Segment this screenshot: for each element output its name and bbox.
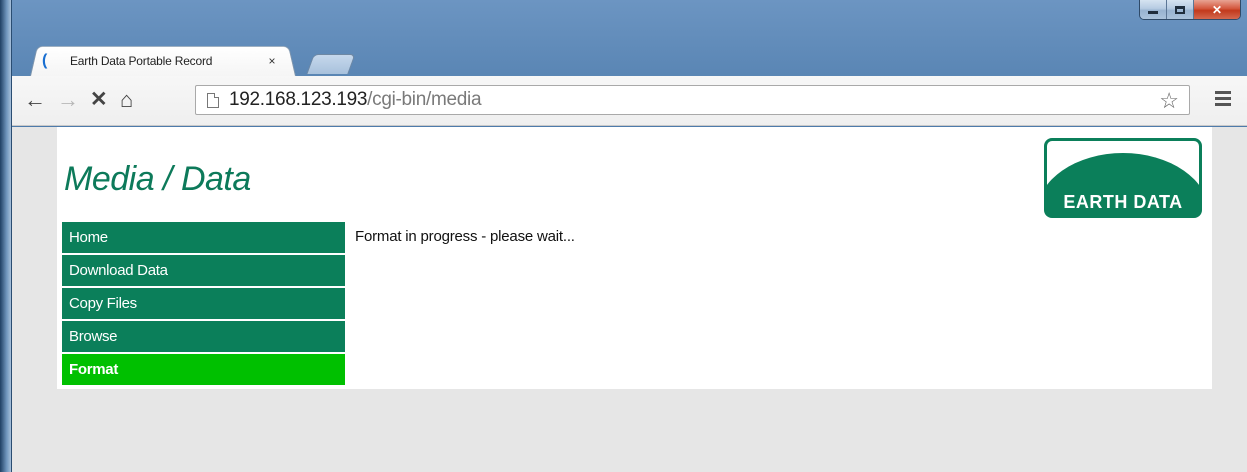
desktop-edge bbox=[0, 0, 11, 472]
url-text: 192.168.123.193/cgi-bin/media bbox=[229, 89, 482, 111]
logo-text: EARTH DATA bbox=[1063, 192, 1183, 212]
earth-data-logo: EARTH DATA bbox=[1044, 138, 1202, 218]
forward-button[interactable]: → bbox=[57, 89, 79, 111]
nav-item-copy-files[interactable]: Copy Files bbox=[62, 288, 345, 319]
loading-spinner-icon: ( bbox=[42, 52, 48, 69]
minimize-icon bbox=[1148, 11, 1158, 14]
maximize-button[interactable] bbox=[1167, 0, 1194, 19]
nav-item-browse[interactable]: Browse bbox=[62, 321, 345, 352]
new-tab-button[interactable] bbox=[306, 54, 356, 74]
page-icon bbox=[207, 92, 219, 108]
tab-title: Earth Data Portable Record bbox=[70, 54, 213, 68]
browser-window: ✕ ( Earth Data Portable Record × ← → ✕ ⌂… bbox=[11, 0, 1247, 472]
nav-item-home[interactable]: Home bbox=[62, 222, 345, 253]
close-window-button[interactable]: ✕ bbox=[1194, 0, 1240, 19]
stop-button[interactable]: ✕ bbox=[90, 89, 108, 111]
page-content: Media / Data EARTH DATA Home Download Da… bbox=[57, 127, 1212, 389]
page-title: Media / Data bbox=[64, 160, 251, 198]
address-bar[interactable]: 192.168.123.193/cgi-bin/media ☆ bbox=[195, 85, 1190, 115]
nav-item-format[interactable]: Format bbox=[62, 354, 345, 385]
tab-content: ( Earth Data Portable Record × bbox=[42, 51, 292, 71]
hamburger-menu-icon[interactable] bbox=[1215, 91, 1231, 109]
tab-close-button[interactable]: × bbox=[264, 54, 280, 68]
close-icon: ✕ bbox=[1211, 2, 1223, 17]
minimize-button[interactable] bbox=[1140, 0, 1167, 19]
url-path: /cgi-bin/media bbox=[367, 89, 482, 110]
logo-arc bbox=[1047, 141, 1199, 189]
home-button[interactable]: ⌂ bbox=[120, 89, 133, 111]
side-navigation: Home Download Data Copy Files Browse For… bbox=[62, 222, 345, 387]
maximize-icon bbox=[1175, 5, 1185, 14]
browser-toolbar: ← → ✕ ⌂ 192.168.123.193/cgi-bin/media ☆ bbox=[12, 76, 1247, 126]
window-caption-buttons: ✕ bbox=[1139, 0, 1241, 20]
url-host: 192.168.123.193 bbox=[229, 89, 368, 110]
nav-item-download-data[interactable]: Download Data bbox=[62, 255, 345, 286]
status-message: Format in progress - please wait... bbox=[355, 228, 575, 245]
bookmark-star-icon[interactable]: ☆ bbox=[1159, 88, 1179, 114]
page-viewport: Media / Data EARTH DATA Home Download Da… bbox=[12, 127, 1247, 472]
back-button[interactable]: ← bbox=[24, 89, 46, 111]
